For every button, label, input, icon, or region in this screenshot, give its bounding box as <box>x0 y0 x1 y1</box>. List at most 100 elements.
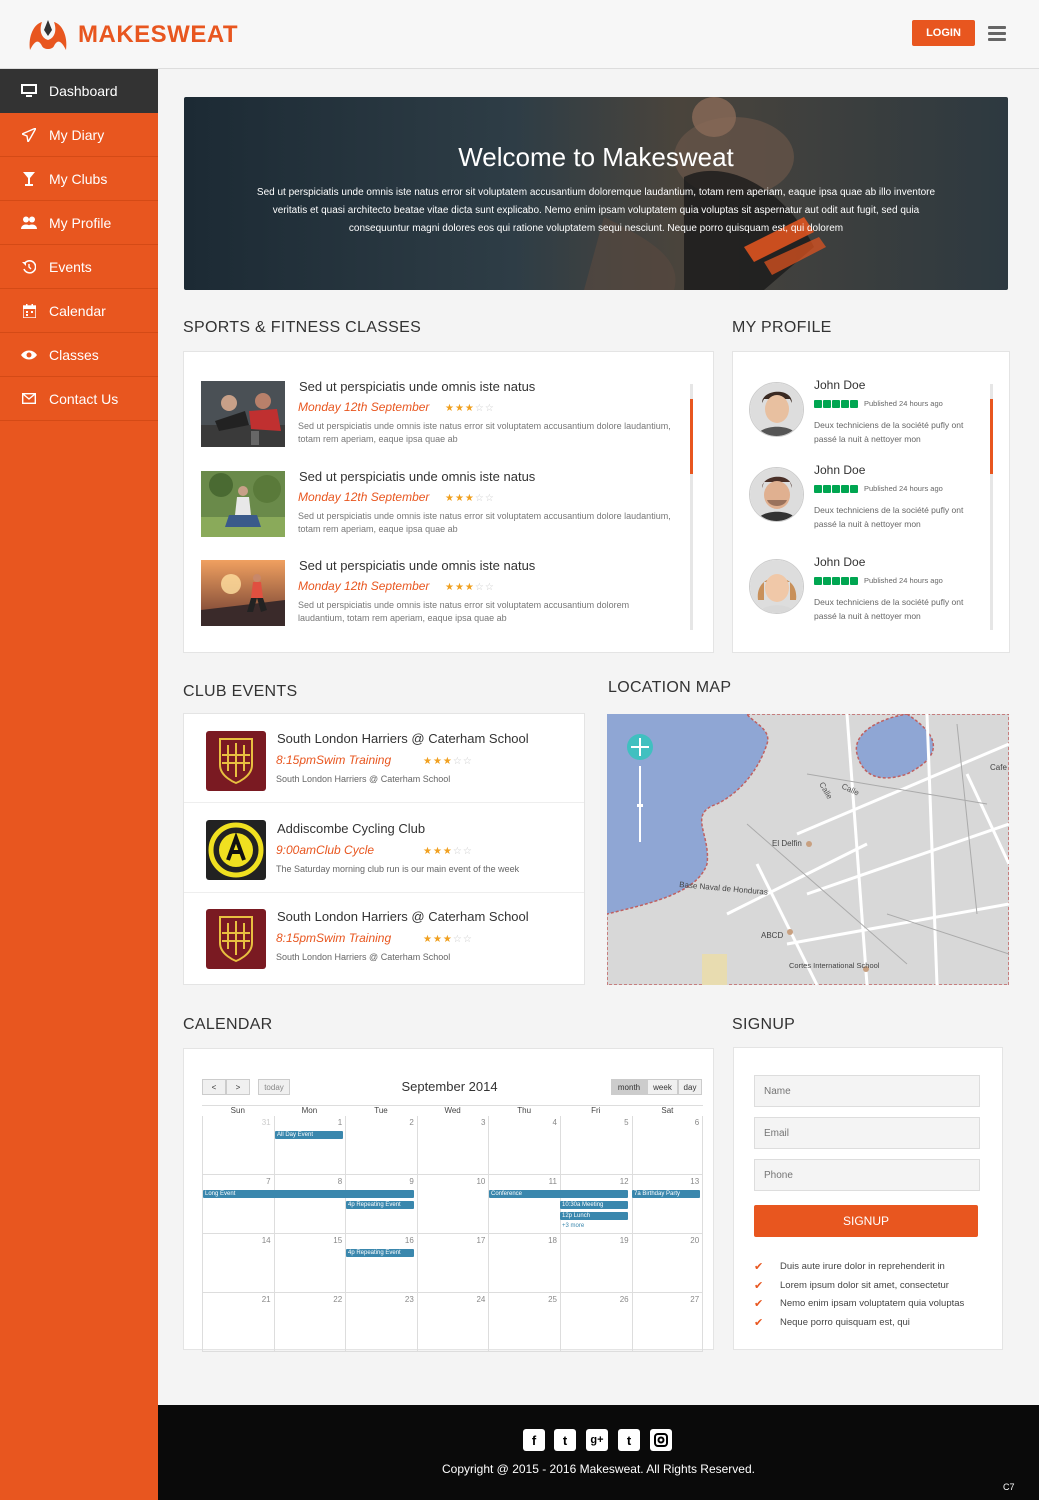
calendar-event[interactable]: Long Event <box>203 1190 414 1198</box>
calendar-day-cell[interactable]: 18 <box>488 1234 560 1293</box>
sidebar-item-dashboard[interactable]: Dashboard <box>0 69 158 113</box>
calendar-day-cell[interactable]: 19 <box>560 1234 632 1293</box>
brand-name: MAKESWEAT <box>78 21 239 48</box>
calendar-day-cell[interactable]: 10 <box>416 1175 489 1234</box>
login-button[interactable]: LOGIN <box>912 20 975 46</box>
calendar-day-cell[interactable]: 14 <box>202 1234 274 1293</box>
twitter-icon[interactable]: t <box>554 1429 576 1451</box>
rating-stars: ★★★☆☆ <box>423 756 473 767</box>
event-item[interactable]: Addiscombe Cycling Club 9:00amClub Cycle… <box>184 804 584 893</box>
corner-label: C7 <box>1003 1482 1015 1492</box>
calendar-event[interactable]: 4p Repeating Event <box>346 1249 414 1257</box>
calendar-day-cell[interactable]: 11 <box>488 1175 560 1234</box>
calendar-day-cell[interactable]: 21 <box>202 1293 274 1352</box>
class-item[interactable]: Sed ut perspiciatis unde omnis iste natu… <box>201 469 681 541</box>
calendar-event[interactable]: 4p Repeating Event <box>346 1201 414 1209</box>
addiscombe-badge-icon <box>206 820 266 880</box>
calendar-day-cell[interactable]: 6 <box>631 1116 704 1175</box>
profile-item[interactable]: John Doe Published 24 hours ago Deux tec… <box>749 463 989 537</box>
scrollbar-thumb[interactable] <box>690 399 693 474</box>
calendar-day-cell[interactable]: 2 <box>345 1116 417 1175</box>
calendar-day-cell[interactable]: 24 <box>416 1293 489 1352</box>
location-map[interactable]: Calle Calle El Delfin Base Naval de Hond… <box>607 714 1009 985</box>
calendar-day-cell[interactable]: 13 <box>631 1175 704 1234</box>
profile-item[interactable]: John Doe Published 24 hours ago Deux tec… <box>749 378 989 452</box>
weekday-header: Tue <box>374 1106 388 1115</box>
phone-field[interactable] <box>754 1159 980 1191</box>
class-description: Sed ut perspiciatis unde omnis iste natu… <box>298 511 671 534</box>
copyright-text: Copyright @ 2015 - 2016 Makesweat. All R… <box>441 1462 755 1476</box>
calendar-day-cell[interactable]: 22 <box>273 1293 346 1352</box>
calendar-day-cell[interactable]: 1 <box>273 1116 346 1175</box>
sidebar-item-calendar[interactable]: Calendar <box>0 289 158 333</box>
day-number: 3 <box>480 1118 486 1127</box>
more-events-link[interactable]: +3 more <box>562 1223 584 1229</box>
sidebar-item-label: Events <box>49 258 92 275</box>
calendar-day-cell[interactable]: 7 <box>202 1175 274 1234</box>
sidebar-item-events[interactable]: Events <box>0 245 158 289</box>
calendar-event[interactable]: 10:30a Meeting <box>560 1201 628 1209</box>
feature-item: ✔ Nemo enim ipsam voluptatem quia volupta… <box>754 1297 964 1310</box>
view-month-button[interactable]: month <box>611 1079 647 1095</box>
calendar-day-cell[interactable]: 16 <box>345 1234 417 1293</box>
class-item[interactable]: Sed ut perspiciatis unde omnis iste natu… <box>201 558 681 630</box>
instagram-icon[interactable] <box>650 1429 672 1451</box>
rating-stars: ★★★☆☆ <box>445 403 495 414</box>
sidebar-item-my-diary[interactable]: My Diary <box>0 113 158 157</box>
profile-scrollbar[interactable] <box>990 384 993 630</box>
event-time: 8:15pmSwim Training <box>276 931 392 945</box>
calendar-day-cell[interactable]: 8 <box>273 1175 346 1234</box>
sidebar: Dashboard My Diary My Clubs My Profile E… <box>0 69 158 1500</box>
hero-title: Welcome to Makesweat <box>458 142 734 172</box>
envelope-icon <box>21 391 37 407</box>
brand-logo[interactable]: MAKESWEAT <box>26 16 238 54</box>
day-number: 26 <box>619 1295 629 1304</box>
calendar-day-cell[interactable]: 20 <box>631 1234 704 1293</box>
calendar-day-cell[interactable]: 4 <box>488 1116 560 1175</box>
weekday-header: Wed <box>444 1106 461 1115</box>
calendar-day-cell[interactable]: 3 <box>416 1116 489 1175</box>
scrollbar-thumb[interactable] <box>990 399 993 474</box>
sidebar-item-contact-us[interactable]: Contact Us <box>0 377 158 421</box>
name-field[interactable] <box>754 1075 980 1107</box>
calendar-event[interactable]: All Day Event <box>275 1131 343 1139</box>
sidebar-item-label: Dashboard <box>49 83 118 99</box>
slh-crest-icon <box>206 909 266 969</box>
google-plus-icon[interactable]: g+ <box>586 1429 608 1451</box>
event-item[interactable]: South London Harriers @ Caterham School … <box>184 892 584 981</box>
users-icon <box>21 215 37 231</box>
view-day-button[interactable]: day <box>678 1079 702 1095</box>
map-canvas: Calle Calle El Delfin Base Naval de Hond… <box>607 714 1009 985</box>
eye-icon <box>21 347 37 363</box>
calendar-event[interactable]: 12p Lunch <box>560 1212 628 1220</box>
calendar-day-cell[interactable]: 25 <box>488 1293 560 1352</box>
calendar-day-cell[interactable]: 23 <box>345 1293 417 1352</box>
facebook-icon[interactable]: f <box>523 1429 545 1451</box>
calendar-day-cell[interactable]: 27 <box>631 1293 704 1352</box>
calendar-day-cell[interactable]: 15 <box>273 1234 346 1293</box>
profile-name: John Doe <box>814 378 866 392</box>
sidebar-item-my-profile[interactable]: My Profile <box>0 201 158 245</box>
map-label: Cortes International School <box>789 961 880 970</box>
calendar-day-cell[interactable]: 31 <box>202 1116 274 1175</box>
sidebar-item-classes[interactable]: Classes <box>0 333 158 377</box>
calendar-day-cell[interactable]: 26 <box>560 1293 632 1352</box>
sidebar-item-my-clubs[interactable]: My Clubs <box>0 157 158 201</box>
event-description: The Saturday morning club run is our mai… <box>276 864 520 874</box>
email-field[interactable] <box>754 1117 980 1149</box>
class-item[interactable]: Sed ut perspiciatis unde omnis iste natu… <box>201 379 681 451</box>
event-item[interactable]: South London Harriers @ Caterham School … <box>184 714 584 803</box>
tumblr-icon[interactable]: t <box>618 1429 640 1451</box>
calendar-event[interactable]: Conference <box>489 1190 628 1198</box>
feature-item: ✔ Duis aute irure dolor in reprehenderit … <box>754 1260 945 1273</box>
sidebar-item-label: Contact Us <box>49 390 119 407</box>
calendar-card: < > today September 2014 month week day … <box>183 1048 714 1352</box>
classes-scrollbar[interactable] <box>690 384 693 630</box>
view-week-button[interactable]: week <box>647 1079 678 1095</box>
hamburger-menu-icon[interactable] <box>988 26 1006 41</box>
signup-button[interactable]: SIGNUP <box>754 1205 978 1237</box>
calendar-event[interactable]: 7a Birthday Party <box>632 1190 700 1198</box>
calendar-day-cell[interactable]: 5 <box>560 1116 632 1175</box>
calendar-day-cell[interactable]: 17 <box>416 1234 489 1293</box>
profile-item[interactable]: John Doe Published 24 hours ago Deux tec… <box>749 555 989 629</box>
